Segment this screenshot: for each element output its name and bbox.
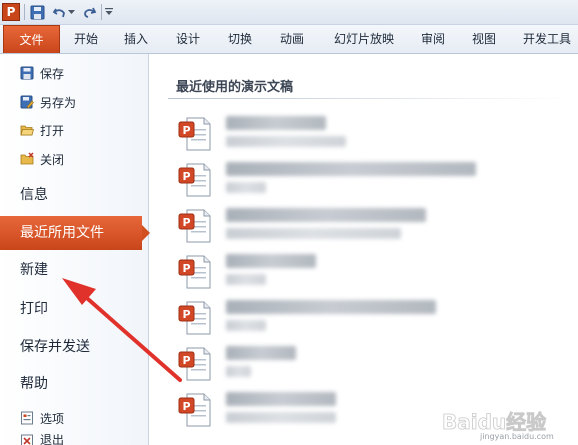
close-folder-icon: [20, 152, 34, 166]
open-folder-icon: [20, 123, 35, 137]
tab-home[interactable]: 开始: [66, 25, 106, 53]
pptx-file-icon: P: [178, 162, 212, 198]
recent-doc-name: ■■■■■■■■■■■■■■■■■■■■■■■■■■■■■■■■■: [226, 208, 426, 222]
recent-doc-item[interactable]: P■■■■■■■■■■■■■■■■■■■■■■■■■■■: [178, 112, 568, 156]
baidu-watermark: Baidu经验 jingyan.baidu.com: [442, 410, 554, 441]
nav-save-label: 保存: [40, 66, 65, 81]
recent-presentations-panel: 最近使用的演示文稿 P■■■■■■■■■■■■■■■■■■■■■■■■■■■P■…: [158, 54, 578, 445]
recent-doc-name: ■■■■■■■■■■■■■■■: [226, 254, 316, 268]
recent-doc-item[interactable]: P■■■■■■■■■■■■■■■■■■■■■■■■■■■■■■■■■: [178, 296, 568, 340]
svg-text:P: P: [182, 124, 190, 137]
save-icon: [20, 66, 34, 80]
recent-doc-path: ■■■■■■■■■■■■■■■■■■■■■■■■■■: [226, 228, 401, 239]
nav-new[interactable]: 新建: [0, 253, 148, 287]
undo-dropdown-icon[interactable]: [67, 3, 75, 21]
save-as-icon: [20, 95, 34, 109]
svg-text:P: P: [182, 354, 190, 367]
options-icon: [20, 411, 34, 425]
pptx-file-icon: P: [178, 208, 212, 244]
tab-review[interactable]: 审阅: [413, 25, 453, 53]
svg-text:P: P: [182, 308, 190, 321]
section-title: 最近使用的演示文稿: [176, 80, 294, 95]
nav-save-as[interactable]: 另存为: [20, 91, 76, 113]
exit-icon: [20, 434, 34, 445]
qat-separator: [24, 4, 25, 20]
ribbon-tab-bar: 文件 开始 插入 设计 切换 动画 幻灯片放映 审阅 视图 开发工具: [0, 25, 578, 54]
qat-separator: [101, 4, 102, 20]
tab-animations[interactable]: 动画: [272, 25, 312, 53]
recent-doc-path: ■■■■■: [226, 274, 266, 285]
svg-text:P: P: [182, 170, 190, 183]
nav-recent[interactable]: 最近所用文件: [0, 216, 150, 250]
pptx-file-icon: P: [178, 300, 212, 336]
recent-doc-name: ■■■■■■■■■■■■: [226, 346, 296, 360]
save-icon[interactable]: [28, 3, 46, 21]
pptx-file-icon: P: [178, 392, 212, 428]
undo-icon[interactable]: [50, 3, 68, 21]
recent-doc-path: ■■■■■: [226, 182, 266, 193]
recent-doc-path: ■■■■■■■■■■■■■: [226, 136, 346, 147]
quick-access-toolbar: P: [0, 0, 578, 25]
tab-design[interactable]: 设计: [168, 25, 208, 53]
pptx-file-icon: P: [178, 346, 212, 382]
nav-close[interactable]: 关闭: [20, 148, 64, 170]
recent-doc-name: ■■■■■■■■■■■■■■: [226, 116, 326, 130]
customize-icon[interactable]: [104, 3, 114, 21]
nav-options[interactable]: 选项: [20, 407, 64, 429]
svg-text:P: P: [182, 262, 190, 275]
recent-doc-item[interactable]: P■■■■■■■■■■■■■■■■■■■■■■■■■■■■■■■■■■■■■: [178, 158, 568, 202]
tab-slide-show[interactable]: 幻灯片放映: [325, 25, 403, 53]
redo-icon[interactable]: [80, 3, 98, 21]
tab-developer[interactable]: 开发工具: [516, 25, 578, 53]
backstage-nav: 保存 另存为 打开 关闭 信息 最近所用文件 新建 打印 保存并发送 帮助 选项…: [0, 54, 150, 445]
nav-close-label: 关闭: [40, 152, 65, 167]
pptx-file-icon: P: [178, 254, 212, 290]
section-divider: [168, 98, 573, 99]
watermark-subtext: jingyan.baidu.com: [479, 432, 554, 441]
recent-doc-path: ■■■■■■■■■■■■■■■: [226, 412, 336, 423]
recent-doc-path: ■■■■■: [226, 320, 266, 331]
tab-transitions[interactable]: 切换: [220, 25, 260, 53]
nav-print[interactable]: 打印: [0, 292, 148, 326]
powerpoint-logo[interactable]: P: [2, 3, 20, 21]
recent-doc-item[interactable]: P■■■■■■■■■■■■■■■: [178, 342, 568, 386]
svg-text:P: P: [182, 400, 190, 413]
recent-doc-item[interactable]: P■■■■■■■■■■■■■■■■■■■■■■■■■■■■■■■■■■■■■■■…: [178, 204, 568, 248]
nav-help[interactable]: 帮助: [0, 367, 148, 401]
nav-open-label: 打开: [40, 123, 65, 138]
nav-options-label: 选项: [40, 411, 65, 426]
pptx-file-icon: P: [178, 116, 212, 152]
recent-doc-name: ■■■■■■■■■■■■■■■■■■■■■■■■■■■■: [226, 300, 436, 314]
tab-file[interactable]: 文件: [3, 25, 60, 53]
tab-view[interactable]: 视图: [464, 25, 504, 53]
tab-insert[interactable]: 插入: [116, 25, 156, 53]
nav-open[interactable]: 打开: [20, 119, 64, 141]
nav-save[interactable]: 保存: [20, 62, 64, 84]
nav-save-as-label: 另存为: [40, 95, 77, 110]
recent-doc-name: ■■■■■■■■■■■■■■■■■: [226, 392, 336, 406]
nav-save-and-send[interactable]: 保存并发送: [0, 330, 148, 364]
nav-exit[interactable]: 退出: [20, 434, 64, 445]
recent-doc-name: ■■■■■■■■■■■■■■■■■■■■■■■■■■■■■■■■: [226, 162, 476, 176]
recent-doc-path: ■■■: [226, 366, 251, 377]
svg-text:P: P: [182, 216, 190, 229]
recent-doc-item[interactable]: P■■■■■■■■■■■■■■■■■■■■: [178, 250, 568, 294]
watermark-text: Baidu经验: [442, 410, 546, 434]
nav-exit-label: 退出: [40, 434, 65, 445]
nav-info[interactable]: 信息: [0, 178, 148, 212]
